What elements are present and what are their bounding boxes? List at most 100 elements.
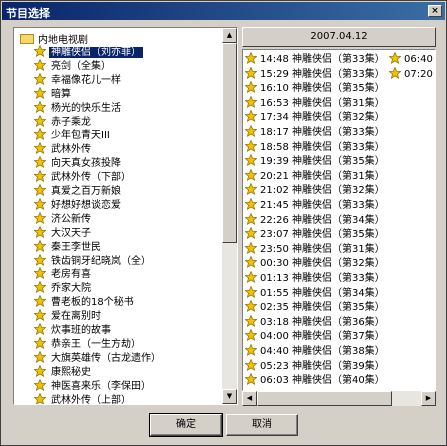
star-icon: [34, 128, 46, 141]
schedule-item[interactable]: 04:40 神雕侠侣（第38集）: [245, 344, 385, 358]
schedule-time: 21:02: [260, 185, 289, 197]
tree-item[interactable]: 亮剑（全集）: [34, 58, 113, 73]
tree-item[interactable]: 老房有喜: [34, 267, 93, 281]
star-icon: [245, 373, 257, 386]
schedule-item[interactable]: 21:45 神雕侠侣（第33集）: [245, 198, 385, 212]
tree-item-label: 赤子乘龙: [51, 116, 91, 128]
star-icon: [245, 329, 257, 342]
schedule-item[interactable]: 04:00 神雕侠侣（第37集）: [245, 329, 385, 343]
schedule-title: 神雕侠侣（第36集）: [292, 316, 385, 328]
schedule-item[interactable]: 17:34 神雕侠侣（第32集）: [245, 110, 385, 124]
cancel-button[interactable]: 取消: [226, 414, 298, 436]
tree-vertical-scrollbar[interactable]: ▲ ▼: [222, 28, 237, 404]
tree-item[interactable]: 乔家大院: [34, 281, 93, 295]
program-select-dialog: 节目选择 × 内地电视剧 神雕侠侣（刘亦菲） 亮剑（全集） 幸福像花儿一样 暗算 杨光的…: [0, 0, 447, 446]
close-button[interactable]: ×: [428, 5, 442, 17]
tree-item[interactable]: 爱在离别时: [34, 309, 103, 323]
schedule-item[interactable]: 19:39 神雕侠侣（第35集）: [245, 154, 385, 168]
star-icon: [245, 168, 257, 181]
tree-item[interactable]: 济公新传: [34, 211, 93, 226]
schedule-item[interactable]: 05:23 神雕侠侣（第39集）: [245, 358, 385, 373]
tree-root[interactable]: 内地电视剧: [20, 31, 88, 46]
schedule-item[interactable]: 18:17 神雕侠侣（第33集）: [245, 125, 385, 139]
schedule-title: 神雕侠侣（第38集）: [292, 346, 385, 357]
scroll-left-button[interactable]: ◀: [242, 391, 257, 406]
tree-item[interactable]: 少年包青天III: [34, 128, 112, 142]
scroll-down-button[interactable]: ▼: [222, 389, 237, 404]
schedule-item[interactable]: 23:07 神雕侠侣（第35集）: [245, 227, 385, 241]
schedule-item[interactable]: 06:03 神雕侠侣（第40集）: [245, 373, 385, 387]
schedule-item[interactable]: 15:29 神雕侠侣（第33集）: [245, 66, 385, 81]
tree-item[interactable]: 秦王李世民: [34, 239, 103, 254]
schedule-item[interactable]: 03:18 神雕侠侣（第36集）: [245, 314, 385, 329]
schedule-time: 04:40: [260, 346, 289, 357]
schedule-item[interactable]: 21:02 神雕侠侣（第32集）: [245, 183, 385, 197]
schedule-title: 神雕侠侣（第39集）: [292, 360, 385, 372]
tree-item[interactable]: 神雕侠侣（刘亦菲）: [34, 45, 143, 59]
star-icon: [34, 225, 46, 238]
tree-item[interactable]: 铁齿铜牙纪晓岚（全）: [34, 253, 153, 268]
star-icon: [34, 239, 46, 252]
schedule-item[interactable]: 20:21 神雕侠侣（第31集）: [245, 168, 385, 183]
tree-item-label: 暗算: [51, 88, 71, 100]
schedule-time: 01:13: [260, 273, 289, 284]
tree-item[interactable]: 赤子乘龙: [34, 114, 93, 129]
schedule-item[interactable]: 22:26 神雕侠侣（第34集）: [245, 212, 385, 227]
tree-item[interactable]: 幸福像花儿一样: [34, 72, 123, 87]
star-icon: [34, 392, 46, 404]
tree-item[interactable]: 炊事班的故事: [34, 323, 113, 337]
schedule-item[interactable]: 00:30 神雕侠侣（第32集）: [245, 256, 385, 270]
tree-item[interactable]: 武林外传: [34, 142, 93, 156]
schedule-item[interactable]: 01:55 神雕侠侣（第34集）: [245, 285, 385, 300]
channel-tree: 内地电视剧 神雕侠侣（刘亦菲） 亮剑（全集） 幸福像花儿一样 暗算 杨光的快乐生活 赤子乘…: [14, 28, 224, 404]
scroll-right-button[interactable]: ▶: [421, 391, 436, 406]
tree-item[interactable]: 神医喜来乐（李保田）: [34, 378, 153, 393]
schedule-item[interactable]: 06:40: [389, 52, 433, 66]
schedule-item[interactable]: 01:13 神雕侠侣（第33集）: [245, 271, 385, 285]
schedule-item[interactable]: 14:48 神雕侠侣（第33集）: [245, 52, 385, 66]
schedule-time: 18:58: [260, 141, 289, 153]
tree-item[interactable]: 杨光的快乐生活: [34, 100, 123, 115]
schedule-horizontal-scrollbar[interactable]: ◀ ▶: [242, 391, 436, 406]
scroll-up-button[interactable]: ▲: [222, 28, 237, 43]
star-icon: [34, 142, 46, 155]
tree-item[interactable]: 真爱之百万新娘: [34, 184, 123, 198]
schedule-time: 18:17: [260, 127, 289, 138]
tree-item[interactable]: 暗算: [34, 86, 73, 101]
schedule-title: 神雕侠侣（第35集）: [292, 302, 385, 314]
schedule-item[interactable]: 16:10 神雕侠侣（第35集）: [245, 81, 385, 95]
tree-item[interactable]: 武林外传（下部）: [34, 170, 133, 184]
star-icon: [34, 253, 46, 266]
schedule-item[interactable]: 18:58 神雕侠侣（第33集）: [245, 139, 385, 154]
scroll-thumb[interactable]: [222, 43, 237, 243]
schedule-time: 14:48: [260, 54, 289, 65]
star-icon: [34, 281, 46, 294]
tree-item-label: 神雕侠侣（刘亦菲）: [49, 47, 143, 58]
schedule-item[interactable]: 16:53 神雕侠侣（第31集）: [245, 95, 385, 110]
date-header[interactable]: 2007.04.12: [242, 27, 436, 47]
tree-item[interactable]: 恭亲王（一生方劫）: [34, 336, 143, 351]
star-icon: [34, 350, 46, 363]
star-icon: [389, 52, 401, 64]
tree-item[interactable]: 康熙秘史: [34, 364, 93, 379]
tree-item[interactable]: 向天真女孩投降: [34, 156, 123, 170]
hscroll-thumb[interactable]: [257, 391, 392, 406]
schedule-item[interactable]: 02:35 神雕侠侣（第35集）: [245, 300, 385, 314]
schedule-item[interactable]: 07:20: [389, 66, 433, 81]
tree-item[interactable]: 大旗英雄传（古龙遗作）: [34, 350, 163, 365]
tree-item-label: 乔家大院: [51, 283, 91, 295]
ok-button[interactable]: 确定: [149, 413, 223, 437]
schedule-time: 17:34: [260, 112, 289, 124]
tree-item-label: 向天真女孩投降: [51, 158, 121, 170]
star-icon: [34, 336, 46, 349]
tree-item-label: 康熙秘史: [51, 366, 91, 378]
tree-item[interactable]: 大汉天子: [34, 225, 93, 240]
schedule-item[interactable]: 23:50 神雕侠侣（第31集）: [245, 241, 385, 256]
schedule-title: 神雕侠侣（第31集）: [292, 97, 385, 109]
tree-item[interactable]: 好想好想谈恋爱: [34, 197, 123, 212]
tree-item[interactable]: 曹老板的18个秘书: [34, 295, 136, 309]
star-icon: [245, 241, 257, 254]
tree-item[interactable]: 武林外传（上部）: [34, 392, 133, 404]
star-icon: [245, 314, 257, 327]
star-icon: [245, 227, 257, 240]
